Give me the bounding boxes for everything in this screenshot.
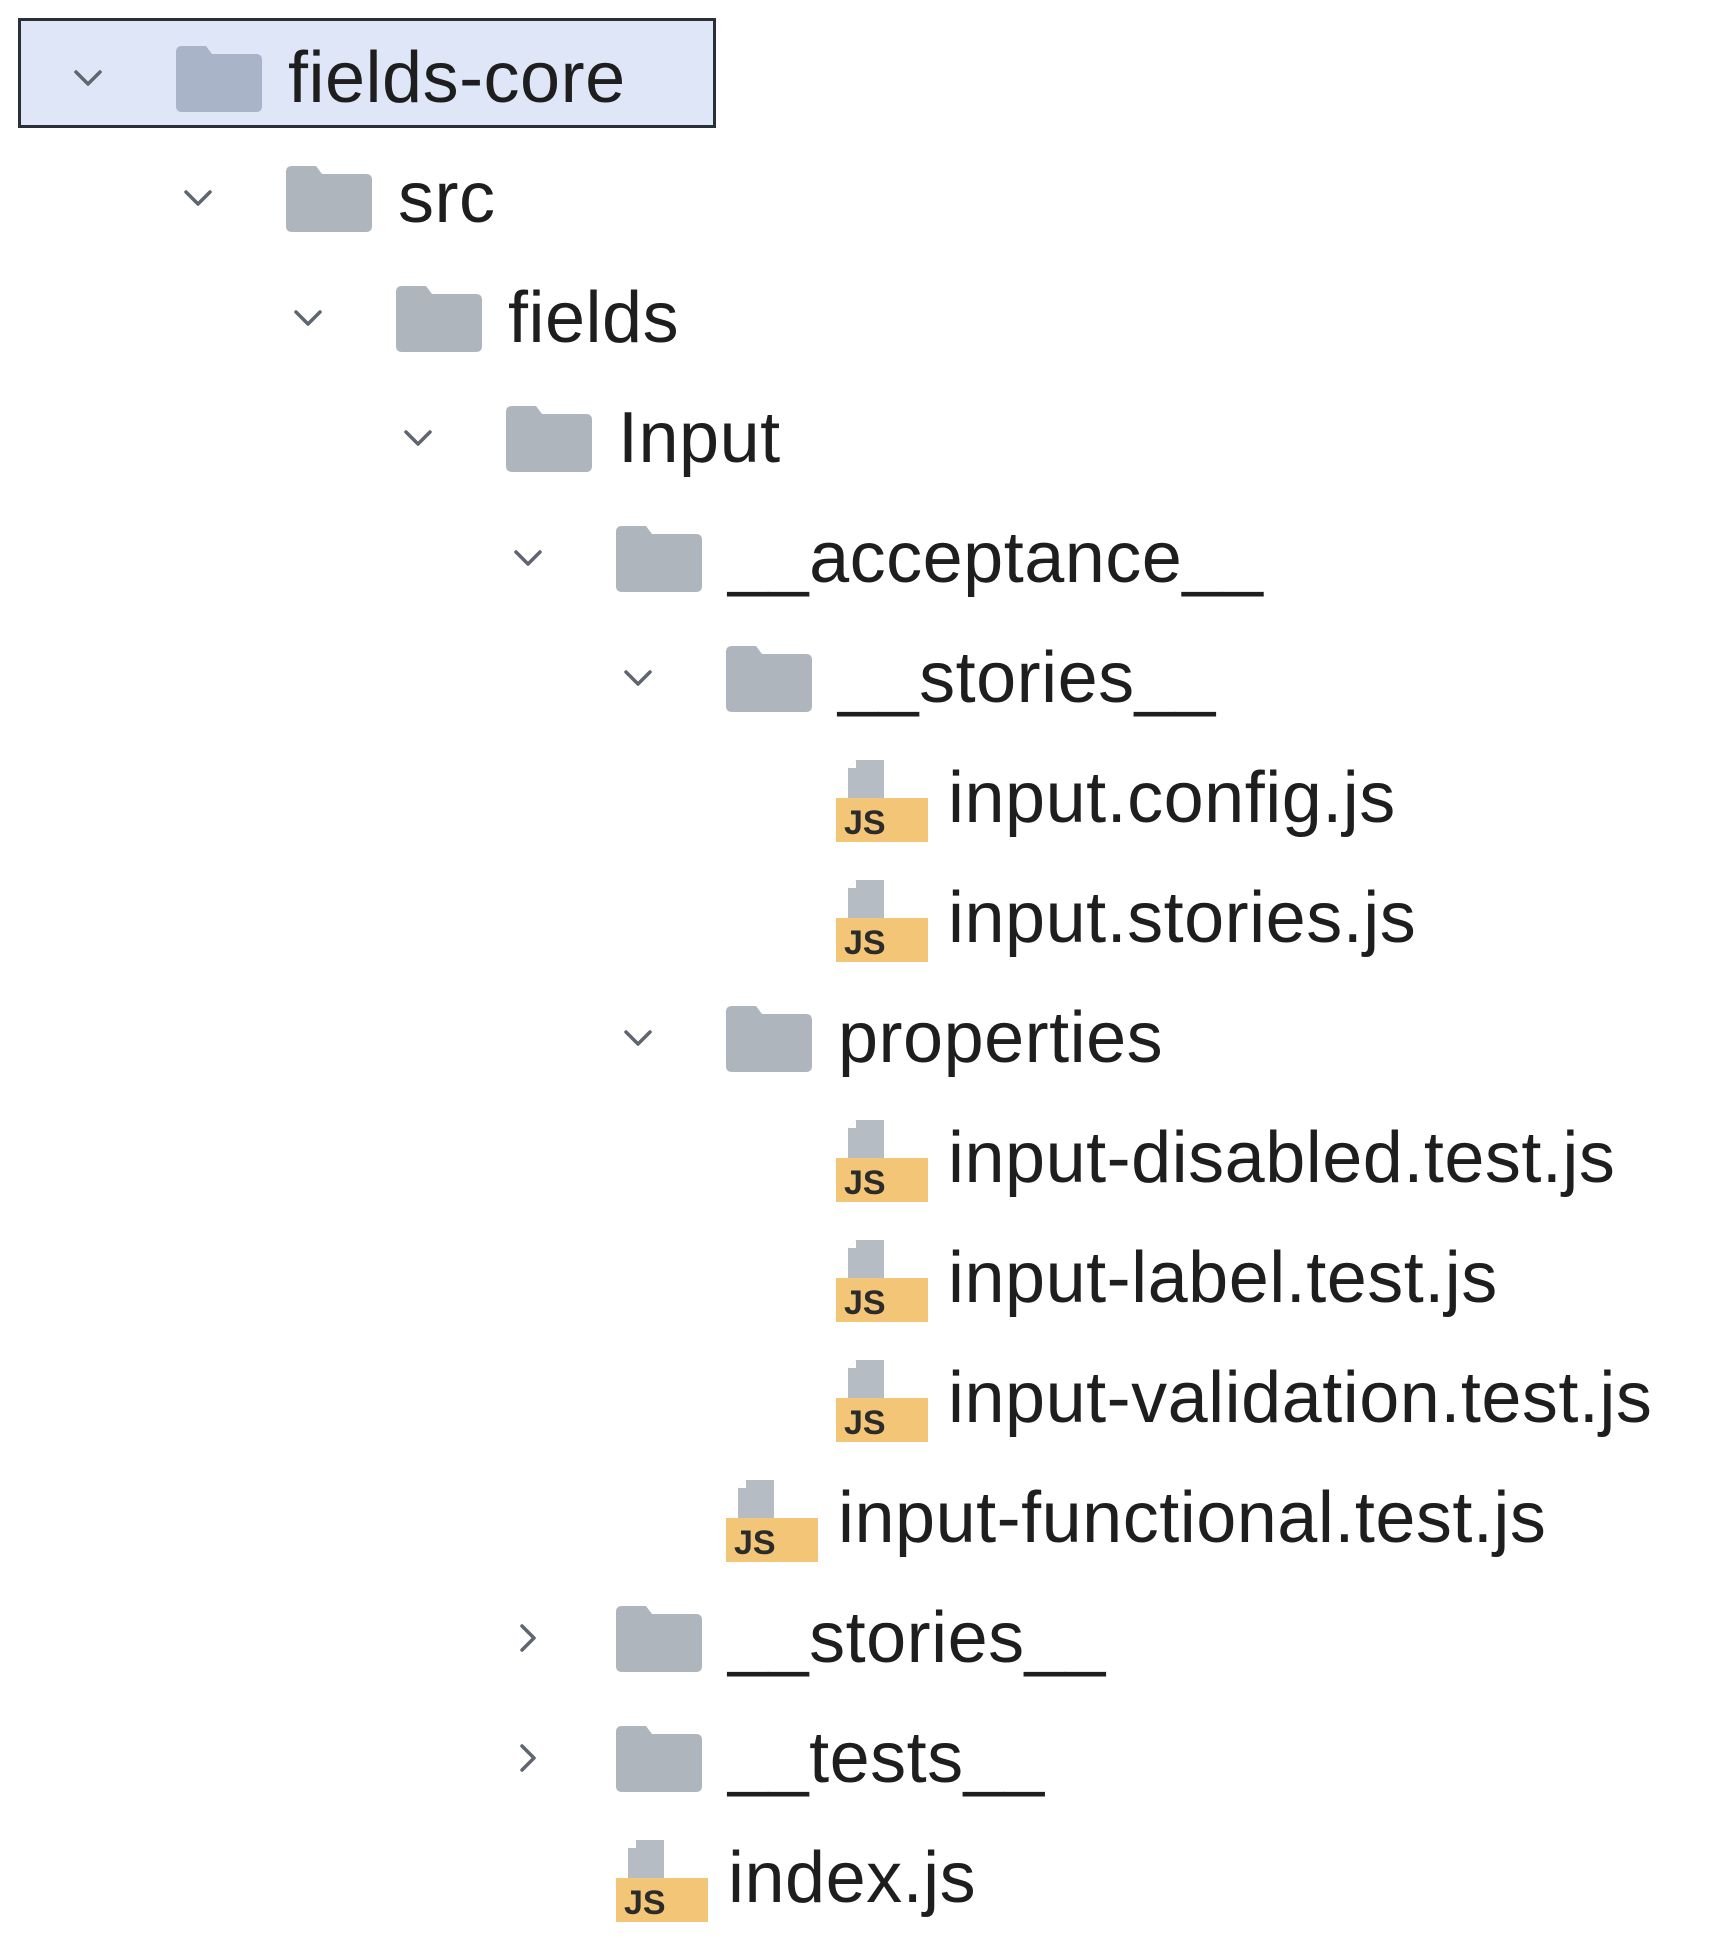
chevron-down-icon[interactable] bbox=[180, 180, 216, 216]
js-file-icon: JS bbox=[836, 752, 928, 844]
tree-item-label: src bbox=[398, 158, 496, 238]
svg-text:JS: JS bbox=[844, 804, 886, 842]
tree-item-label: fields-core bbox=[288, 38, 626, 118]
chevron-down-icon[interactable] bbox=[510, 540, 546, 576]
tree-row-input-validation-test-js[interactable]: JS input-validation.test.js bbox=[0, 1338, 1734, 1458]
tree-item-label: input-validation.test.js bbox=[948, 1358, 1653, 1438]
tree-row-stories-collapsed[interactable]: __stories__ bbox=[0, 1578, 1734, 1698]
tree-row-input-stories-js[interactable]: JS input.stories.js bbox=[0, 858, 1734, 978]
folder-icon bbox=[506, 406, 592, 472]
tree-row-input[interactable]: Input bbox=[0, 378, 1734, 498]
tree-row-fields[interactable]: fields bbox=[0, 258, 1734, 378]
svg-text:JS: JS bbox=[844, 924, 886, 962]
tree-item-label: input.stories.js bbox=[948, 878, 1417, 958]
chevron-down-icon[interactable] bbox=[70, 60, 106, 96]
chevron-down-icon[interactable] bbox=[620, 1020, 656, 1056]
tree-row-index-js[interactable]: JS index.js bbox=[0, 1818, 1734, 1938]
js-file-icon: JS bbox=[616, 1832, 708, 1924]
tree-item-label: input.config.js bbox=[948, 758, 1396, 838]
tree-item-label: __stories__ bbox=[838, 638, 1216, 718]
js-file-icon: JS bbox=[836, 1232, 928, 1324]
svg-text:JS: JS bbox=[844, 1404, 886, 1442]
folder-icon bbox=[726, 646, 812, 712]
folder-icon bbox=[616, 1606, 702, 1672]
folder-icon bbox=[396, 286, 482, 352]
tree-item-label: Input bbox=[618, 398, 781, 478]
chevron-down-icon[interactable] bbox=[620, 660, 656, 696]
tree-row-stories-expanded[interactable]: __stories__ bbox=[0, 618, 1734, 738]
tree-row-input-functional-test-js[interactable]: JS input-functional.test.js bbox=[0, 1458, 1734, 1578]
tree-item-label: input-label.test.js bbox=[948, 1238, 1498, 1318]
tree-item-label: properties bbox=[838, 998, 1164, 1078]
svg-text:JS: JS bbox=[844, 1284, 886, 1322]
tree-row-input-config-js[interactable]: JS input.config.js bbox=[0, 738, 1734, 858]
tree-row-input-label-test-js[interactable]: JS input-label.test.js bbox=[0, 1218, 1734, 1338]
tree-item-label: input-disabled.test.js bbox=[948, 1118, 1616, 1198]
folder-icon bbox=[286, 166, 372, 232]
folder-icon bbox=[176, 46, 262, 112]
js-file-icon: JS bbox=[836, 1112, 928, 1204]
tree-item-label: input-functional.test.js bbox=[838, 1478, 1547, 1558]
svg-text:JS: JS bbox=[624, 1884, 666, 1922]
folder-icon bbox=[616, 526, 702, 592]
chevron-down-icon[interactable] bbox=[290, 300, 326, 336]
folder-icon bbox=[726, 1006, 812, 1072]
tree-row-tests-collapsed[interactable]: __tests__ bbox=[0, 1698, 1734, 1818]
svg-text:JS: JS bbox=[734, 1524, 776, 1562]
tree-row-src[interactable]: src bbox=[0, 138, 1734, 258]
js-file-icon: JS bbox=[836, 1352, 928, 1444]
tree-row-fields-core[interactable]: fields-core bbox=[0, 18, 1734, 138]
tree-item-label: index.js bbox=[728, 1838, 977, 1918]
chevron-right-icon[interactable] bbox=[510, 1620, 546, 1656]
js-file-icon: JS bbox=[726, 1472, 818, 1564]
folder-icon bbox=[616, 1726, 702, 1792]
tree-row-properties[interactable]: properties bbox=[0, 978, 1734, 1098]
tree-item-label: __stories__ bbox=[728, 1598, 1106, 1678]
tree-row-acceptance[interactable]: __acceptance__ bbox=[0, 498, 1734, 618]
chevron-down-icon[interactable] bbox=[400, 420, 436, 456]
js-file-icon: JS bbox=[836, 872, 928, 964]
tree-item-label: __tests__ bbox=[728, 1718, 1045, 1798]
svg-text:JS: JS bbox=[844, 1164, 886, 1202]
tree-item-label: __acceptance__ bbox=[728, 518, 1264, 598]
tree-row-input-disabled-test-js[interactable]: JS input-disabled.test.js bbox=[0, 1098, 1734, 1218]
tree-item-label: fields bbox=[508, 278, 680, 358]
chevron-right-icon[interactable] bbox=[510, 1740, 546, 1776]
